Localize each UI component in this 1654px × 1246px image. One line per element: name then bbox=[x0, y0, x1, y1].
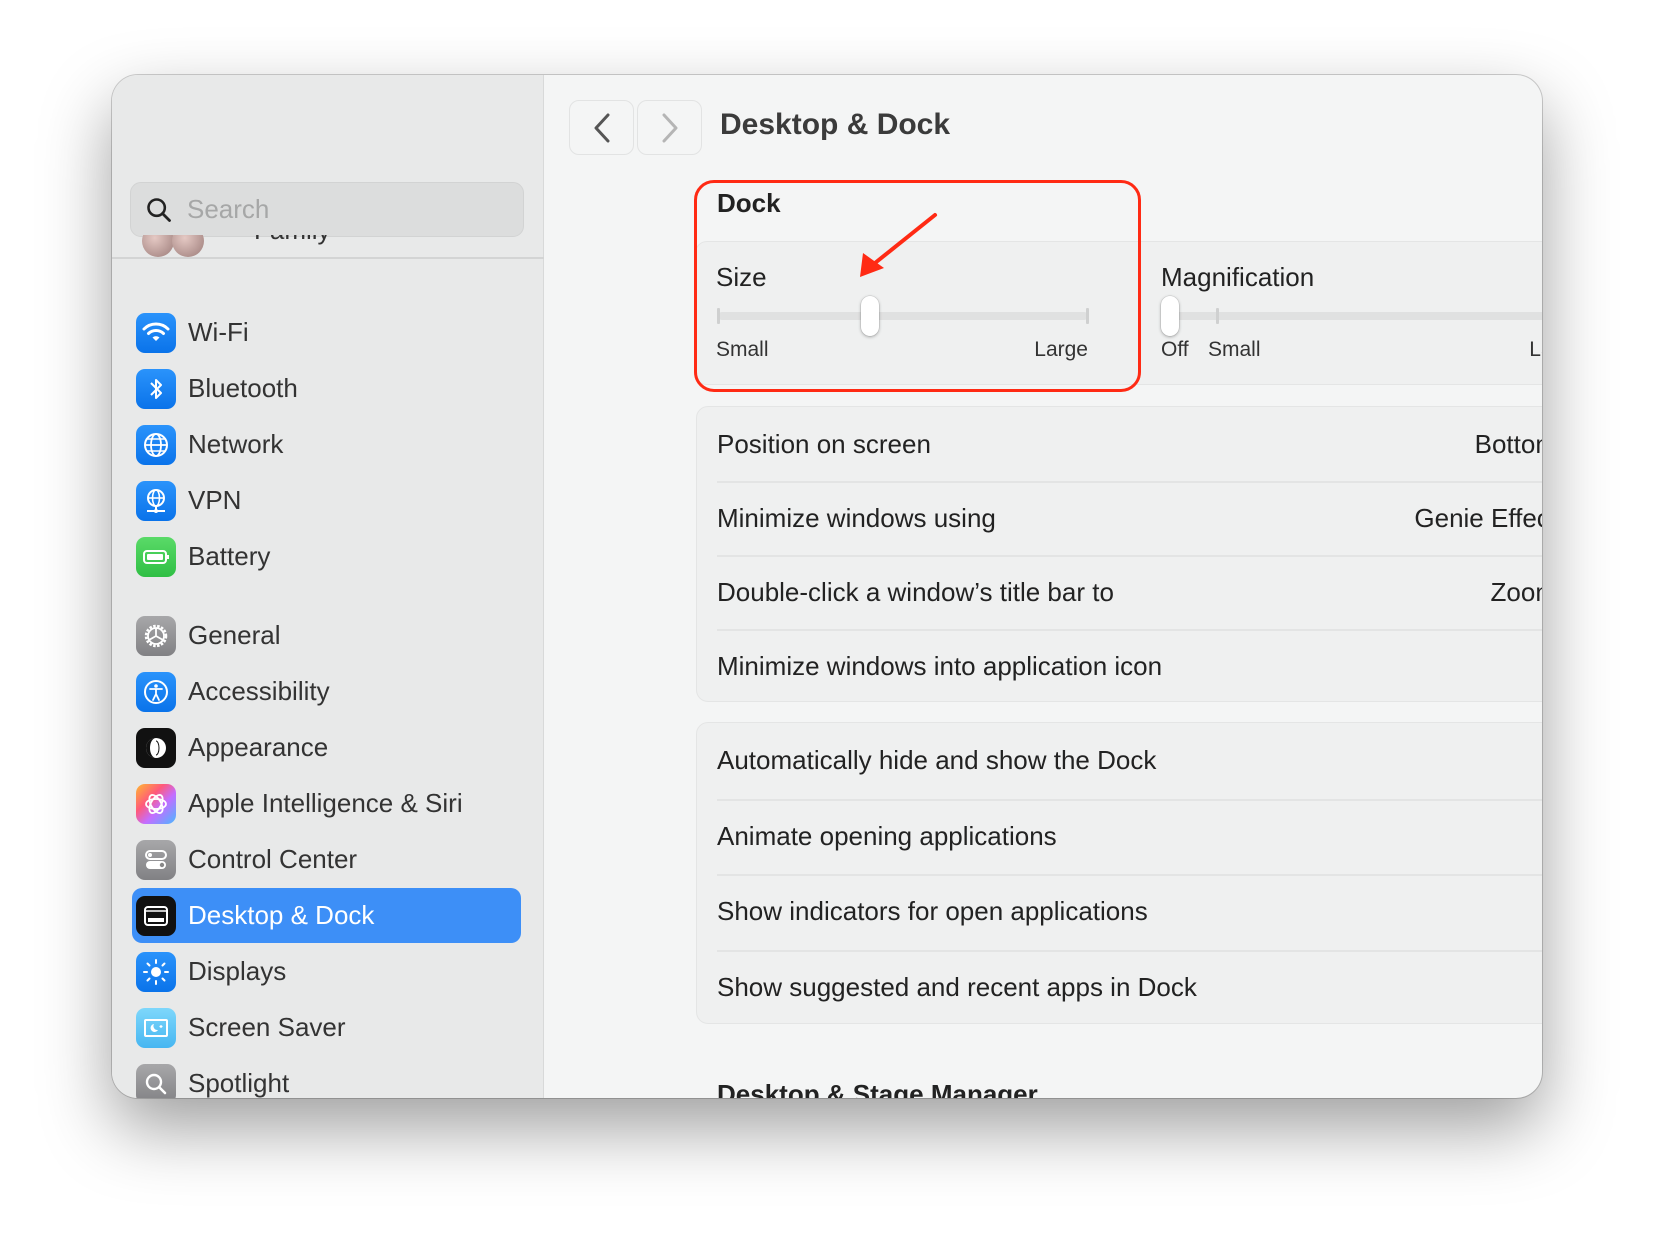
siri-icon bbox=[136, 783, 176, 824]
magnifier-icon bbox=[136, 1063, 176, 1098]
sidebar-item-family[interactable]: Family bbox=[142, 235, 442, 257]
sidebar-item-appearance[interactable]: Appearance bbox=[132, 720, 521, 775]
appearance-icon bbox=[136, 727, 176, 768]
select-value[interactable]: Zoom bbox=[1491, 577, 1542, 608]
battery-icon bbox=[136, 536, 176, 577]
sidebar-item-network[interactable]: Network bbox=[132, 417, 521, 472]
dock-sliders-card: Size Small Large Magnification Off Small bbox=[695, 241, 1542, 385]
control-center-icon bbox=[136, 839, 176, 880]
sidebar-item-vpn[interactable]: VPN bbox=[132, 473, 521, 528]
setting-row-automatically-hide-and-show-the-dock: Automatically hide and show the Dock bbox=[697, 723, 1542, 799]
search-input[interactable] bbox=[187, 194, 507, 225]
setting-label: Automatically hide and show the Dock bbox=[717, 745, 1157, 776]
main-pane: Desktop & Dock Dock Size Small Large Mag… bbox=[545, 75, 1542, 1098]
setting-row-show-indicators-for-open-applications: Show indicators for open applications bbox=[697, 874, 1542, 950]
sidebar: Family Wi-Fi Bluetooth Network VPN Battery Ge… bbox=[112, 75, 544, 1098]
page-title: Desktop & Dock bbox=[720, 108, 951, 141]
setting-label: Minimize windows using bbox=[717, 502, 996, 533]
select-value[interactable]: Genie Effect bbox=[1414, 503, 1542, 534]
gear-icon bbox=[136, 615, 176, 656]
size-slider-label: Size bbox=[716, 262, 767, 292]
size-slider-group: Size Small Large bbox=[716, 242, 1106, 384]
sidebar-item-apple-intelligence-siri[interactable]: Apple Intelligence & Siri bbox=[132, 776, 521, 831]
sidebar-item-battery[interactable]: Battery bbox=[132, 529, 521, 584]
magnification-max-label: Large bbox=[1529, 338, 1542, 361]
sidebar-item-label: Apple Intelligence & Siri bbox=[188, 788, 463, 818]
magnification-min-label: Small bbox=[1208, 338, 1261, 361]
sidebar-item-bluetooth[interactable]: Bluetooth bbox=[132, 361, 521, 416]
sidebar-item-label: Wi-Fi bbox=[188, 317, 249, 347]
sidebar-item-control-center[interactable]: Control Center bbox=[132, 832, 521, 887]
slider-tick bbox=[1216, 308, 1219, 324]
sidebar-item-label: Control Center bbox=[188, 844, 358, 874]
sidebar-item-label: Desktop & Dock bbox=[188, 900, 375, 930]
sidebar-item-desktop-dock[interactable]: Desktop & Dock bbox=[132, 888, 521, 943]
setting-row-position-on-screen: Position on screen Bottom bbox=[697, 407, 1542, 481]
size-slider[interactable] bbox=[717, 296, 1089, 336]
back-button[interactable] bbox=[569, 100, 634, 155]
size-min-label: Small bbox=[716, 338, 769, 361]
sidebar-item-label: VPN bbox=[188, 485, 242, 515]
setting-label: Double-click a window’s title bar to bbox=[717, 576, 1114, 607]
screen-saver-icon bbox=[136, 1007, 176, 1048]
slider-tick bbox=[1086, 308, 1089, 324]
select-value[interactable]: Bottom bbox=[1475, 429, 1542, 460]
globe-icon bbox=[136, 424, 176, 465]
dock-behavior-group: Automatically hide and show the Dock Anim… bbox=[696, 722, 1542, 1024]
magnification-slider-group: Magnification Off Small Large bbox=[1161, 242, 1542, 384]
sidebar-divider bbox=[112, 257, 544, 259]
setting-label: Show suggested and recent apps in Dock bbox=[717, 971, 1197, 1002]
magnification-slider[interactable] bbox=[1161, 296, 1542, 336]
family-avatar bbox=[142, 235, 174, 257]
size-max-label: Large bbox=[1034, 338, 1088, 361]
sidebar-item-label: Family bbox=[254, 235, 331, 246]
sidebar-item-general[interactable]: General bbox=[132, 608, 521, 663]
slider-tick bbox=[717, 308, 720, 324]
setting-label: Minimize windows into application icon bbox=[717, 650, 1163, 681]
search-icon bbox=[147, 197, 171, 222]
search-field[interactable] bbox=[130, 182, 524, 237]
vpn-globe-icon bbox=[136, 480, 176, 521]
setting-row-minimize-windows-into-application-icon: Minimize windows into application icon bbox=[697, 629, 1542, 703]
accessibility-icon bbox=[136, 671, 176, 712]
forward-button[interactable] bbox=[637, 100, 702, 155]
size-slider-thumb[interactable] bbox=[860, 296, 879, 336]
section-heading-dock: Dock bbox=[717, 188, 781, 218]
sidebar-item-screen-saver[interactable]: Screen Saver bbox=[132, 1000, 521, 1055]
sidebar-item-displays[interactable]: Displays bbox=[132, 944, 521, 999]
sidebar-item-label: Appearance bbox=[188, 732, 329, 762]
setting-label: Position on screen bbox=[717, 428, 931, 459]
sidebar-item-label: Displays bbox=[188, 956, 287, 986]
magnification-slider-label: Magnification bbox=[1161, 262, 1315, 292]
magnification-slider-thumb[interactable] bbox=[1161, 296, 1179, 336]
sidebar-item-wi-fi[interactable]: Wi-Fi bbox=[132, 305, 521, 360]
chevron-left-icon bbox=[594, 113, 609, 142]
sidebar-item-label: Accessibility bbox=[188, 676, 330, 706]
sun-icon bbox=[136, 951, 176, 992]
sidebar-item-label: General bbox=[188, 620, 281, 650]
magnification-off-label: Off bbox=[1161, 338, 1189, 361]
family-avatar bbox=[172, 235, 204, 257]
sidebar-item-label: Bluetooth bbox=[188, 373, 298, 403]
dock-options-group: Position on screen Bottom Minimize windows… bbox=[696, 406, 1542, 702]
setting-row-animate-opening-applications: Animate opening applications bbox=[697, 798, 1542, 875]
dock-icon bbox=[136, 895, 176, 936]
bluetooth-icon bbox=[136, 368, 176, 409]
setting-label: Animate opening applications bbox=[717, 820, 1057, 851]
setting-row-minimize-windows-using: Minimize windows using Genie Effect bbox=[697, 481, 1542, 555]
setting-row-show-suggested-and-recent-apps-in-dock: Show suggested and recent apps in Dock bbox=[697, 949, 1542, 1026]
sidebar-item-spotlight[interactable]: Spotlight bbox=[132, 1056, 521, 1098]
sidebar-item-label: Spotlight bbox=[188, 1068, 290, 1098]
setting-label: Show indicators for open applications bbox=[717, 896, 1148, 927]
sidebar-item-label: Battery bbox=[188, 541, 271, 571]
settings-window: Family Wi-Fi Bluetooth Network VPN Battery Ge… bbox=[112, 75, 1542, 1098]
wifi-icon bbox=[136, 312, 176, 353]
sidebar-item-accessibility[interactable]: Accessibility bbox=[132, 664, 521, 719]
setting-row-double-click-a-window-s-title-bar-to: Double-click a window’s title bar to Zoom bbox=[697, 555, 1542, 629]
section-heading-desktop-stage-manager: Desktop & Stage Manager bbox=[717, 1079, 1038, 1098]
chevron-right-icon bbox=[662, 113, 677, 142]
sidebar-item-label: Screen Saver bbox=[188, 1012, 346, 1042]
sidebar-item-label: Network bbox=[188, 429, 284, 459]
